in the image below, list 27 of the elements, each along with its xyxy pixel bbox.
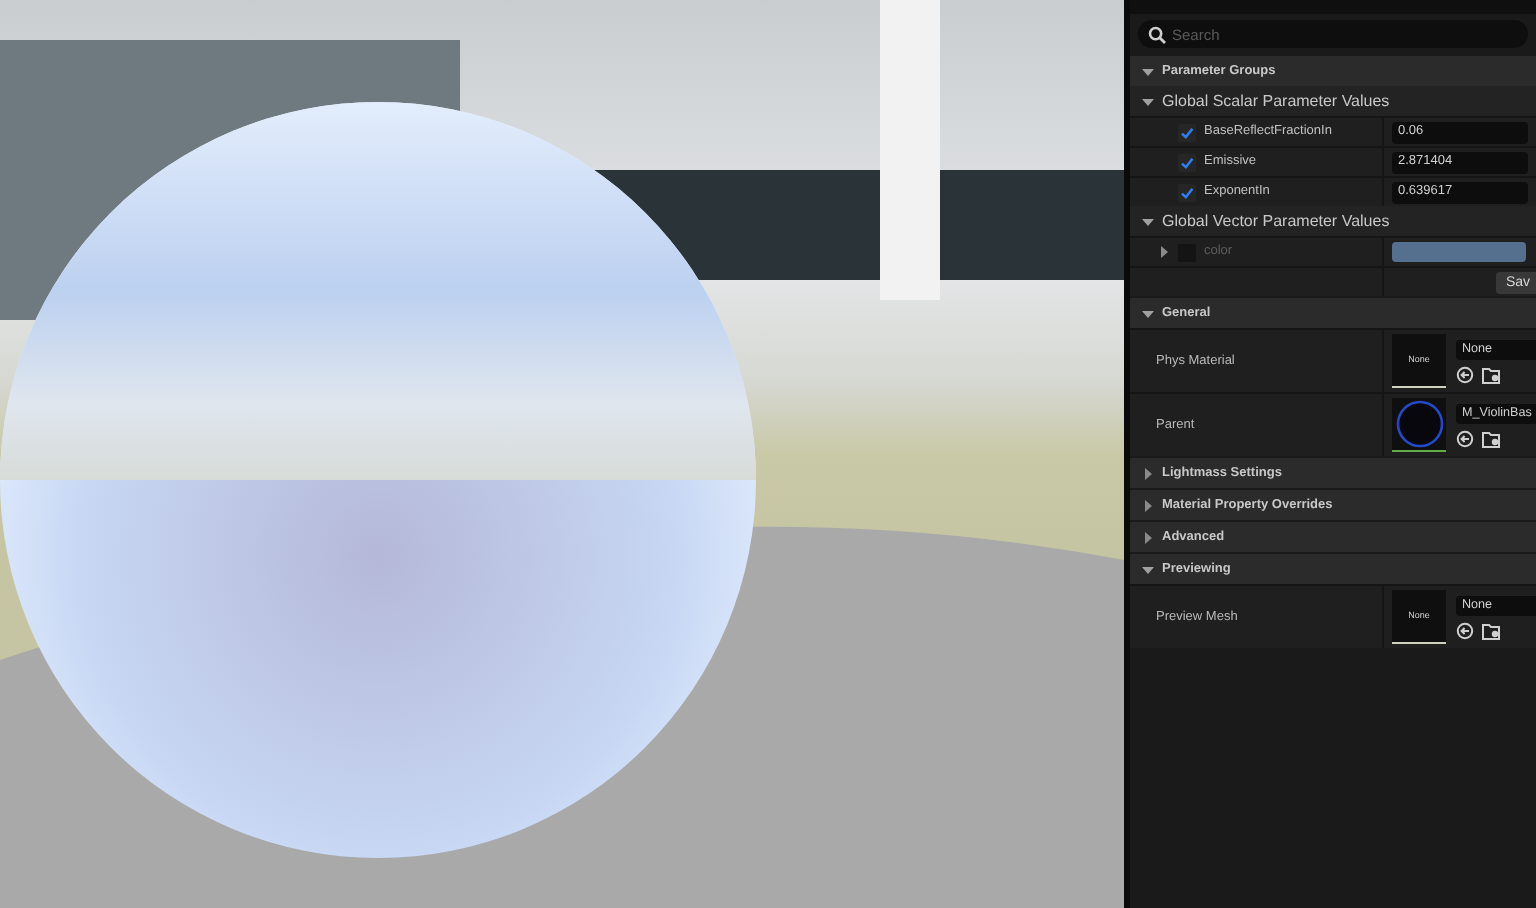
browse-folder-icon[interactable] bbox=[1482, 621, 1502, 639]
sphere-icon bbox=[1395, 400, 1443, 448]
use-selected-icon[interactable] bbox=[1456, 365, 1474, 383]
browse-folder-icon[interactable] bbox=[1482, 365, 1502, 383]
expanded-arrow-icon bbox=[1142, 95, 1154, 107]
checkmark-icon bbox=[1180, 185, 1194, 199]
browse-folder-icon[interactable] bbox=[1482, 429, 1502, 447]
collapsed-arrow-icon bbox=[1142, 499, 1154, 511]
checkbox[interactable] bbox=[1178, 183, 1196, 201]
category-header[interactable]: Global Scalar Parameter Values bbox=[1130, 86, 1536, 116]
checkbox[interactable] bbox=[1178, 153, 1196, 171]
color-swatch[interactable] bbox=[1392, 242, 1526, 262]
expanded-arrow-icon bbox=[1142, 307, 1154, 319]
search-icon bbox=[1148, 25, 1166, 43]
checkbox[interactable] bbox=[1178, 123, 1196, 141]
use-selected-icon[interactable] bbox=[1456, 621, 1474, 639]
collapsed-arrow-icon bbox=[1142, 467, 1154, 479]
checkmark-icon bbox=[1180, 125, 1194, 139]
asset-thumbnail[interactable] bbox=[1392, 398, 1446, 452]
expanded-arrow-icon bbox=[1142, 65, 1154, 77]
checkmark-icon bbox=[1180, 155, 1194, 169]
expanded-arrow-icon bbox=[1142, 215, 1154, 227]
use-selected-icon[interactable] bbox=[1456, 429, 1474, 447]
category-header[interactable]: Global Vector Parameter Values bbox=[1130, 206, 1536, 236]
collapsed-arrow-icon bbox=[1142, 531, 1154, 543]
collapsed-arrow-icon[interactable] bbox=[1158, 246, 1170, 258]
expanded-arrow-icon bbox=[1142, 563, 1154, 575]
